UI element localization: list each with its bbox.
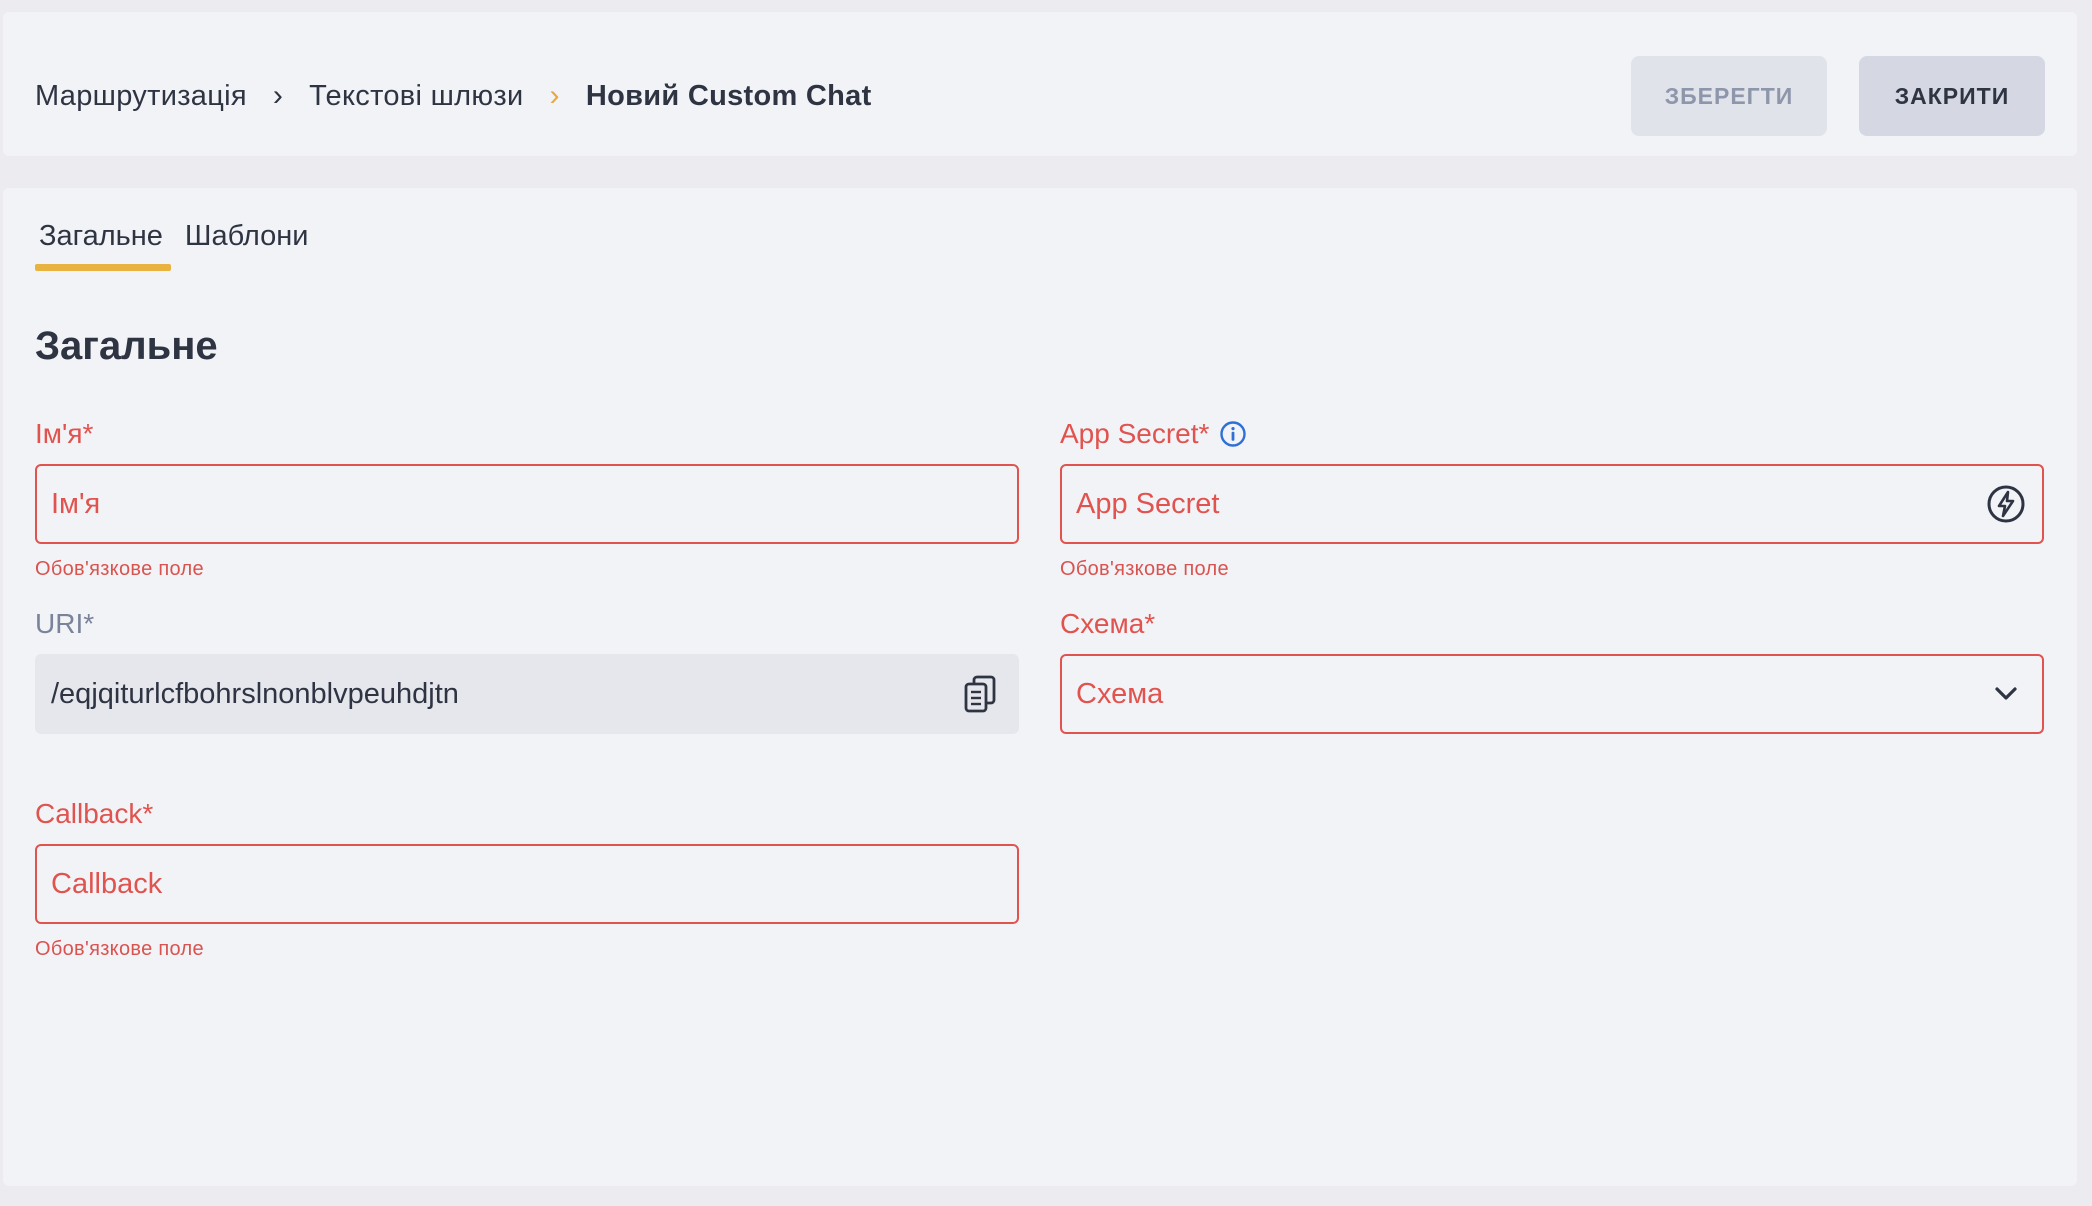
uri-field: URI* /eqjqiturlcfbohrslnonblvpeuhdjtn bbox=[35, 604, 1019, 734]
uri-input[interactable]: /eqjqiturlcfbohrslnonblvpeuhdjtn bbox=[35, 654, 1019, 734]
breadcrumb-item-routing[interactable]: Маршрутизація bbox=[35, 80, 247, 113]
uri-label: URI* bbox=[35, 608, 95, 639]
app-secret-label-row: App Secret* bbox=[1060, 414, 2044, 454]
uri-value: /eqjqiturlcfbohrslnonblvpeuhdjtn bbox=[51, 677, 459, 710]
chevron-right-icon: › bbox=[272, 79, 284, 112]
schema-label: Схема* bbox=[1060, 608, 1156, 639]
breadcrumb-item-current: Новий Custom Chat bbox=[585, 79, 872, 112]
breadcrumb: Маршрутизація › Текстові шлюзи › Новий C… bbox=[35, 74, 872, 118]
app-secret-placeholder: App Secret bbox=[1076, 487, 1220, 520]
app-secret-field: App Secret* App Secret Обов'язкове поле bbox=[1060, 414, 2044, 581]
name-label: Ім'я* bbox=[35, 418, 94, 449]
app-secret-input[interactable]: App Secret bbox=[1060, 464, 2044, 544]
schema-field: Схема* Схема bbox=[1060, 604, 2044, 734]
callback-field: Callback* Callback Обов'язкове поле bbox=[35, 794, 1019, 961]
save-button[interactable]: ЗБЕРЕГТИ bbox=[1631, 56, 1827, 136]
chevron-down-icon[interactable] bbox=[1984, 672, 2028, 716]
section-title: Загальне bbox=[35, 324, 218, 368]
page-header: Маршрутизація › Текстові шлюзи › Новий C… bbox=[3, 12, 2077, 156]
tab-templates[interactable]: Шаблони bbox=[181, 220, 313, 271]
schema-select[interactable]: Схема bbox=[1060, 654, 2044, 734]
callback-error: Обов'язкове поле bbox=[35, 938, 204, 960]
callback-input[interactable]: Callback bbox=[35, 844, 1019, 924]
tab-general[interactable]: Загальне bbox=[35, 220, 171, 271]
form-card: Загальне Шаблони Загальне Ім'я* Ім'я Обо… bbox=[3, 188, 2077, 1186]
name-placeholder: Ім'я bbox=[51, 487, 101, 520]
callback-label: Callback* bbox=[35, 798, 154, 829]
name-input[interactable]: Ім'я bbox=[35, 464, 1019, 544]
app-secret-label: App Secret* bbox=[1060, 418, 1210, 449]
app-secret-error: Обов'язкове поле bbox=[1060, 558, 1229, 580]
schema-placeholder: Схема bbox=[1076, 677, 1164, 710]
page: Маршрутизація › Текстові шлюзи › Новий C… bbox=[0, 0, 2092, 1206]
lightning-icon[interactable] bbox=[1984, 482, 2028, 526]
close-button[interactable]: ЗАКРИТИ bbox=[1859, 56, 2045, 136]
copy-icon[interactable] bbox=[959, 672, 1003, 716]
name-field: Ім'я* Ім'я Обов'язкове поле bbox=[35, 414, 1019, 581]
info-icon[interactable] bbox=[1219, 420, 1247, 448]
callback-placeholder: Callback bbox=[51, 867, 163, 900]
tab-bar: Загальне Шаблони bbox=[35, 220, 313, 271]
name-error: Обов'язкове поле bbox=[35, 558, 204, 580]
breadcrumb-item-text-gateways[interactable]: Текстові шлюзи bbox=[309, 80, 523, 113]
chevron-right-icon: › bbox=[549, 79, 560, 112]
